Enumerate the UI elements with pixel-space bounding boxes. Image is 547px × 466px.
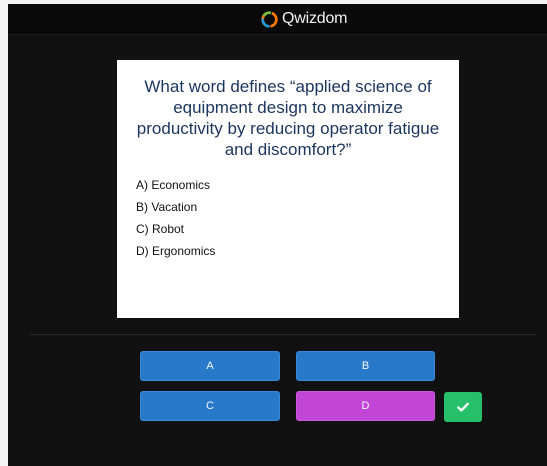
question-text: What word defines “applied science of eq… <box>136 77 440 159</box>
answer-options-list: A) Economics B) Vacation C) Robot D) Erg… <box>136 174 436 262</box>
answer-b-button[interactable]: B <box>296 351 435 381</box>
answer-a-label: A <box>206 360 214 372</box>
answer-a-button[interactable]: A <box>140 351 280 381</box>
submit-answer-button[interactable] <box>444 392 482 422</box>
brand-name: Qwizdom <box>282 10 348 27</box>
quiz-app: Qwizdom What word defines “applied scien… <box>8 4 547 466</box>
option-a: A) Economics <box>136 178 211 192</box>
brand-logo: Qwizdom <box>260 9 347 29</box>
question-card: What word defines “applied science of eq… <box>117 60 459 318</box>
answer-b-label: B <box>361 360 370 372</box>
checkmark-icon <box>457 402 469 412</box>
answer-c-label: C <box>206 400 214 412</box>
option-c: C) Robot <box>136 222 185 236</box>
top-bar: Qwizdom <box>8 4 547 35</box>
option-b: B) Vacation <box>136 200 198 214</box>
option-d: D) Ergonomics <box>136 244 216 258</box>
qwizdom-logo-icon <box>261 10 278 28</box>
answer-c-button[interactable]: C <box>140 391 280 421</box>
section-divider <box>30 334 536 335</box>
answer-d-button[interactable]: D <box>296 391 435 421</box>
answer-d-label: D <box>361 400 370 412</box>
